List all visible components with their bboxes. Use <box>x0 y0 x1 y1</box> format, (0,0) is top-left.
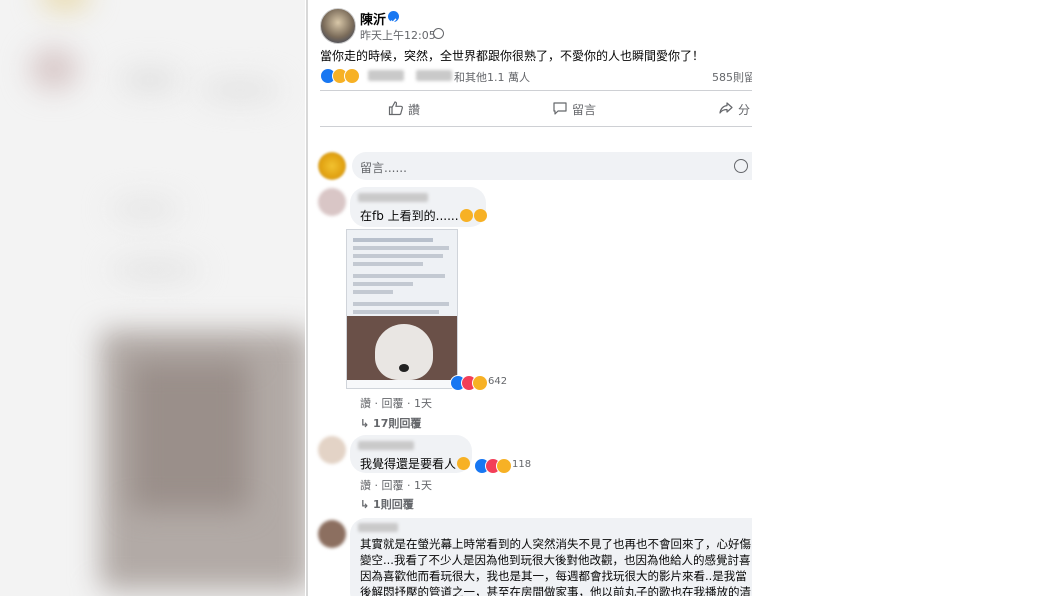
verified-badge-icon <box>388 11 399 24</box>
comment-reaction-count[interactable]: 118 <box>512 459 531 470</box>
wow-reaction-icon <box>472 375 488 391</box>
comment-like-link[interactable]: 讚 <box>360 479 371 492</box>
commenter-avatar[interactable] <box>318 436 346 464</box>
view-replies-link[interactable]: ↳ 1則回覆 <box>360 496 414 512</box>
comment-button[interactable]: 留言 <box>544 96 624 120</box>
author-avatar[interactable] <box>320 8 356 44</box>
thinking-emoji-icon <box>457 457 471 470</box>
post-text: 當你走的時候，突然，全世界都跟你很熟了，不愛你的人也瞬間愛你了！ <box>320 49 705 63</box>
share-button[interactable]: 分 <box>710 96 752 120</box>
comment-text-line: 其實就是在螢光幕上時常看到的人突然消失不見了也再也不會回來了，心好傷 <box>360 537 751 551</box>
reactor-name-2 <box>416 70 452 81</box>
share-label: 分 <box>738 103 751 117</box>
comment-input-placeholder: 留言...... <box>360 161 407 175</box>
like-label: 讚 <box>408 103 421 117</box>
post-panel: 陳沂 昨天上午12:05 當你走的時候，突然，全世界都跟你很熟了，不愛你的人也瞬… <box>308 0 752 596</box>
comment-text: 我覺得還是要看人 <box>360 455 471 472</box>
divider <box>320 126 752 127</box>
post-timestamp[interactable]: 昨天上午12:05 <box>360 27 436 43</box>
current-user-avatar <box>318 152 346 180</box>
comment-text-body: 我覺得還是要看人 <box>360 457 457 471</box>
comment-text-body: 在fb 上看到的...... <box>360 209 459 223</box>
thumbs-up-icon <box>388 101 403 116</box>
view-replies-link[interactable]: ↳ 17則回覆 <box>360 415 421 431</box>
cartoon-bear-image <box>347 316 457 380</box>
reply-arrow-icon: ↳ <box>360 417 374 430</box>
comment-time[interactable]: 1天 <box>414 479 432 492</box>
comment-time[interactable]: 1天 <box>414 397 432 410</box>
comment-reply-link[interactable]: 回覆 <box>382 479 404 492</box>
smiley-icon[interactable] <box>734 159 748 173</box>
comment-attached-image[interactable] <box>346 229 458 389</box>
reply-arrow-icon: ↳ <box>360 498 374 511</box>
comment-label: 留言 <box>572 103 597 117</box>
commenter-name[interactable] <box>358 523 398 532</box>
reactor-name-1 <box>368 70 404 81</box>
view-replies-label: 1則回覆 <box>373 498 414 511</box>
commenter-avatar[interactable] <box>318 520 346 548</box>
globe-icon <box>433 28 444 39</box>
comment-input[interactable]: 留言...... <box>352 152 752 180</box>
share-arrow-icon <box>719 102 733 114</box>
view-replies-label: 17則回覆 <box>373 417 422 430</box>
blurred-background-left <box>0 0 305 596</box>
comment-text-line: 因為喜歡他而看玩很大，我也是其一，每週都會找玩很大的影片來看..是我當 <box>360 569 747 583</box>
comment-text-line: 變空...我看了不少人是因為他到玩很大後對他改觀，也因為他給人的感覺討喜 <box>360 553 751 567</box>
commenter-name[interactable] <box>358 441 414 450</box>
comment-actions: 讚 · 回覆 · 1天 <box>360 479 432 492</box>
comments-count[interactable]: 585則留 <box>712 69 752 85</box>
speech-bubble-icon <box>553 102 567 115</box>
comment-reaction-count[interactable]: 642 <box>488 376 507 387</box>
divider <box>320 90 752 91</box>
grinning-emoji-icon <box>473 209 487 222</box>
comment-actions: 讚 · 回覆 · 1天 <box>360 397 432 410</box>
haha-reaction-icon <box>496 458 512 474</box>
sad-reaction-icon <box>344 68 360 84</box>
reactions-summary-text[interactable]: 和其他1.1 萬人 <box>454 69 530 85</box>
grinning-emoji-icon <box>459 209 473 222</box>
comment-like-link[interactable]: 讚 <box>360 397 371 410</box>
like-button[interactable]: 讚 <box>378 96 458 120</box>
commenter-name[interactable] <box>358 193 428 202</box>
author-name[interactable]: 陳沂 <box>360 9 386 28</box>
commenter-avatar[interactable] <box>318 188 346 216</box>
comment-text-line: 後解悶抒壓的管道之一，甚至在房間做家事，他以前丸子的歌也在我播放的清 <box>360 585 751 596</box>
blank-background-right <box>752 0 1060 596</box>
comment-reply-link[interactable]: 回覆 <box>382 397 404 410</box>
comment-text: 在fb 上看到的...... <box>360 207 487 224</box>
